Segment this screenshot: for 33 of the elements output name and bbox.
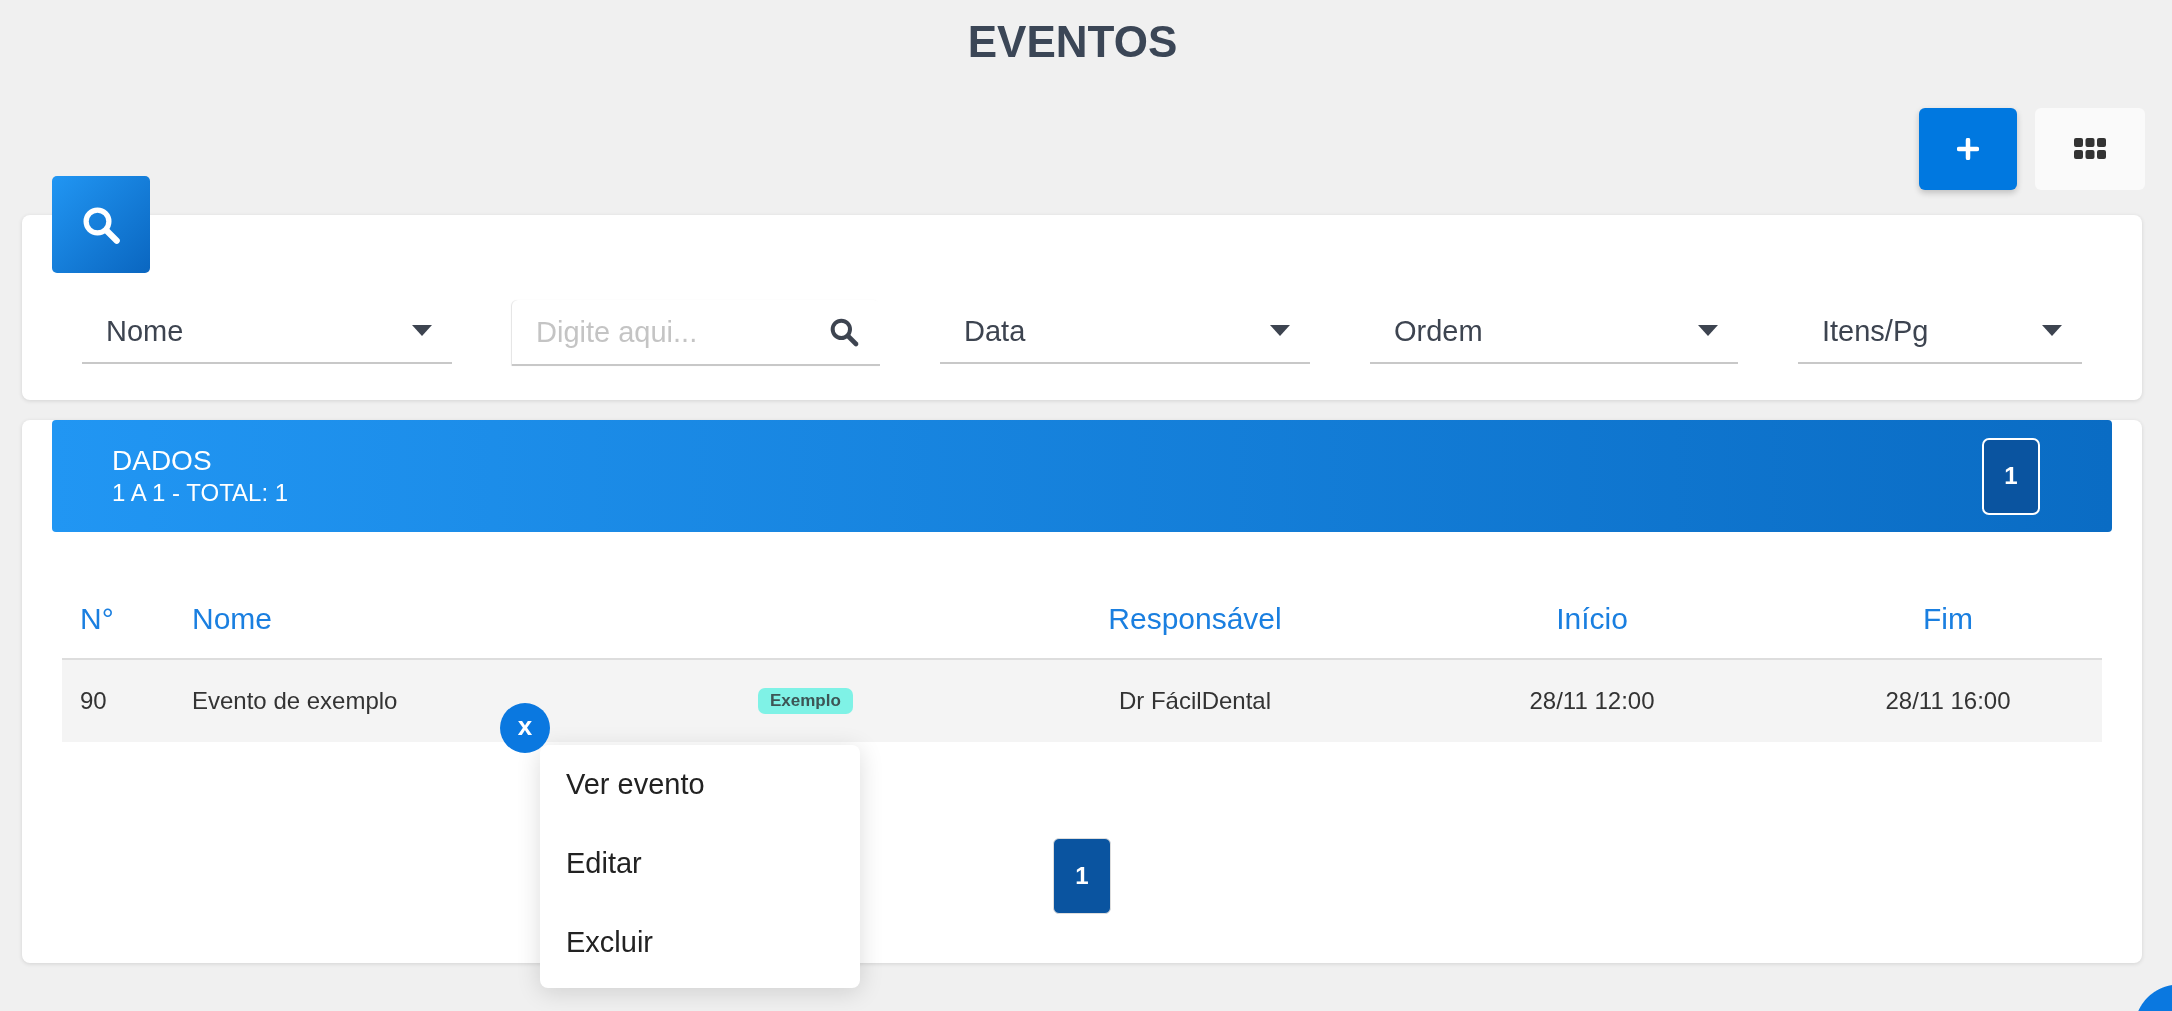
table-cell-text: Dr FácilDental <box>1117 687 1272 715</box>
caret-icon <box>412 325 432 337</box>
column-header: Fim <box>1922 602 1974 636</box>
filter-dropdown[interactable]: Data <box>940 300 1310 364</box>
table-cell-text: Evento de exemplo <box>192 687 399 715</box>
page-button[interactable]: 1 <box>1053 838 1111 914</box>
table-cell-text: 28/11 16:00 <box>1884 687 2012 715</box>
search-button[interactable] <box>52 176 150 273</box>
plus-icon <box>1957 138 1979 160</box>
menu-item[interactable]: Excluir <box>540 903 860 982</box>
filter-dropdown[interactable]: Itens/Pg <box>1798 300 2082 364</box>
caret-icon <box>1698 325 1718 337</box>
search-icon <box>828 316 860 348</box>
filter-dropdown[interactable]: Ordem <box>1370 300 1738 364</box>
page-badge: 1 <box>1982 437 2040 515</box>
column-header: N° <box>79 602 115 636</box>
grid-view-button[interactable] <box>2035 108 2145 190</box>
result-summary: 1 A 1 - TOTAL: 1 <box>112 478 289 508</box>
caret-icon <box>1270 325 1290 337</box>
panel-title: DADOS <box>112 444 213 478</box>
column-header: Responsável <box>1107 602 1283 636</box>
table-cell-text: 28/11 12:00 <box>1528 687 1656 715</box>
table-cell-text: 90 <box>79 687 108 715</box>
menu-item[interactable]: Editar <box>540 824 860 903</box>
event-tag: Exemplo <box>758 688 853 714</box>
caret-icon <box>2042 325 2062 337</box>
page-title: EVENTOS <box>966 16 1179 68</box>
search-field[interactable]: Digite aqui... <box>536 315 828 349</box>
grid-icon <box>2074 138 2106 160</box>
add-button[interactable] <box>1919 108 2017 190</box>
column-header: Início <box>1555 602 1629 636</box>
column-header: Nome <box>192 602 274 636</box>
filter-dropdown[interactable]: Nome <box>82 300 452 364</box>
